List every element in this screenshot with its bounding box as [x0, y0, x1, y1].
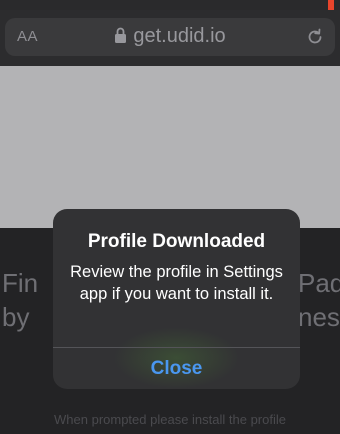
- page-heading-left: Fin by: [2, 268, 39, 332]
- profile-downloaded-alert: Profile Downloaded Review the profile in…: [53, 209, 300, 389]
- status-accent: [328, 0, 334, 10]
- browser-address-bar: AA get.udid.io: [0, 10, 340, 66]
- reload-icon[interactable]: [305, 27, 325, 47]
- page-hero-image: [0, 66, 340, 228]
- alert-title: Profile Downloaded: [87, 231, 266, 252]
- url-field[interactable]: AA get.udid.io: [5, 18, 335, 56]
- alert-message: Review the profile in Settings app if yo…: [70, 263, 283, 303]
- page-heading-right: Pad nes: [298, 268, 340, 332]
- close-button[interactable]: Close: [53, 348, 300, 389]
- lock-icon: [115, 27, 127, 43]
- url-text: get.udid.io: [133, 25, 226, 47]
- page-instruction-text: When prompted please install the profile: [54, 412, 286, 427]
- status-strip: [0, 0, 340, 10]
